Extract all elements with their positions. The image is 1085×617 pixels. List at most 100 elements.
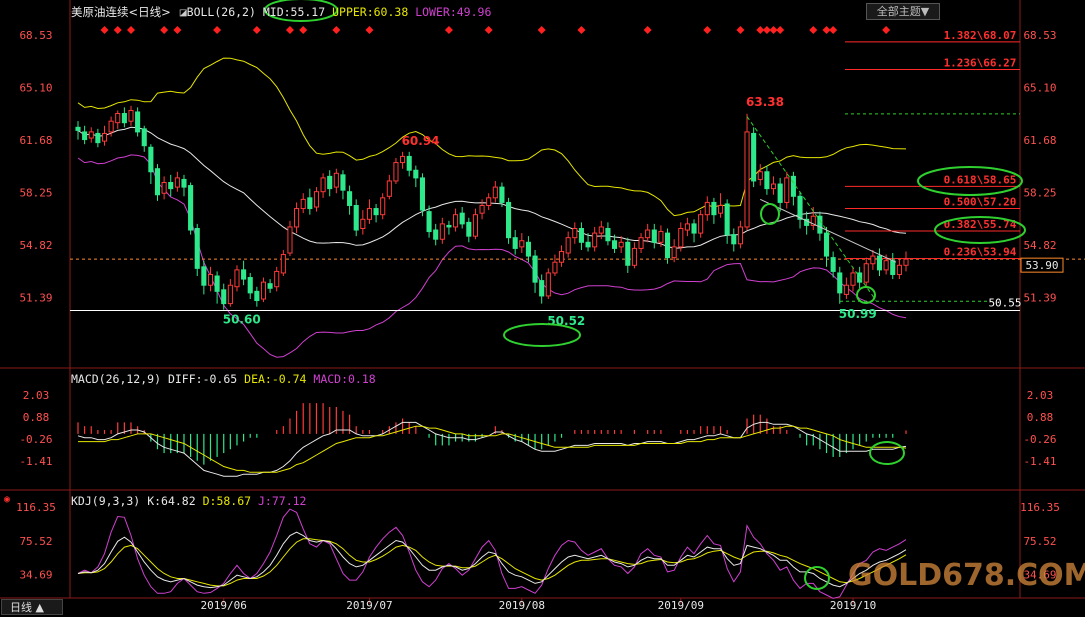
candle-body (565, 237, 571, 254)
candle-body (651, 229, 657, 243)
candle-body (770, 183, 777, 190)
candle-body (101, 132, 108, 142)
signal-diamond (365, 26, 374, 34)
candle-body (492, 186, 498, 199)
boll-lower: LOWER:49.96 (415, 5, 492, 19)
price-panel[interactable] (70, 41, 1085, 358)
signal-diamond (537, 26, 546, 34)
candle-body (141, 128, 147, 147)
candle-body (751, 132, 757, 182)
macd-dea-line (78, 425, 907, 473)
candle-body (592, 232, 598, 248)
candle-body (731, 234, 737, 245)
time-tick-label: 2019/06 (201, 599, 247, 612)
candle-body (181, 178, 187, 188)
boll-upper: UPPER:60.38 (332, 5, 409, 19)
candle-body (525, 241, 531, 257)
kdj-k: K:64.82 (147, 494, 196, 508)
theme-menu-button[interactable]: 全部主题▼ (866, 3, 940, 20)
signal-diamond (299, 26, 308, 34)
price-tick-right: 54.82 (1023, 239, 1056, 252)
candle-body (227, 284, 233, 305)
signal-diamond (703, 26, 712, 34)
period-tab[interactable]: 日线 ▲ (1, 599, 63, 615)
candle-body (274, 270, 280, 288)
candle-body (453, 214, 459, 228)
macd-tick-left: -1.41 (19, 455, 52, 468)
candle-body (446, 224, 452, 228)
candle-body (611, 240, 618, 249)
signal-diamond (332, 26, 341, 34)
candle-body (347, 191, 353, 206)
candle-body (618, 241, 624, 248)
candle-body (174, 177, 180, 188)
candle-body (671, 246, 677, 259)
time-tick-label: 2019/07 (346, 599, 392, 612)
kdj-k-line (77, 531, 907, 589)
candle-body (413, 169, 419, 179)
candle-body (724, 203, 730, 236)
fib-level-label: 1.236\66.27 (944, 57, 1017, 70)
candle-body (373, 208, 379, 216)
candle-body (433, 229, 439, 240)
kdj-d: D:58.67 (202, 494, 252, 508)
candle-body (691, 223, 697, 234)
candle-body (876, 255, 883, 271)
candle-body (466, 221, 472, 237)
price-extreme-label: 50.99 (839, 307, 877, 321)
candle-body (558, 250, 565, 263)
candle-body (82, 131, 88, 141)
candle-body (353, 204, 359, 231)
candle-body (578, 227, 584, 243)
price-tick-right: 65.10 (1023, 81, 1056, 94)
candle-body (684, 223, 690, 231)
signal-diamond (776, 26, 785, 34)
boll-icon: ◪ (179, 5, 187, 19)
watermark: GOLD678.COM (848, 558, 1085, 593)
kdj-panel[interactable] (77, 508, 907, 599)
candle-body (115, 113, 121, 124)
candle-body (870, 255, 876, 265)
candle-body (631, 247, 637, 266)
signal-diamond (829, 26, 838, 34)
boll-mid: MID:55.17 (262, 5, 326, 19)
candle-body (128, 109, 134, 122)
candle-body (585, 241, 591, 248)
signal-diamond (444, 26, 453, 34)
candle-body (545, 272, 551, 297)
macd-diff-line (77, 421, 907, 477)
candle-body (658, 231, 664, 243)
candle-body (267, 283, 273, 289)
candle-body (883, 260, 889, 271)
candle-body (539, 280, 545, 297)
macd-dea: DEA:-0.74 (244, 372, 307, 386)
candle-body (154, 168, 161, 196)
candle-body (598, 226, 604, 234)
candle-body (307, 197, 313, 210)
macd-tick-right: -0.26 (1023, 433, 1056, 446)
candle-body (234, 269, 240, 288)
macd-tick-right: 2.03 (1027, 389, 1054, 402)
kdj-tick-left: 34.69 (19, 569, 52, 582)
candle-body (287, 226, 293, 254)
candle-body (439, 223, 445, 240)
chart-canvas[interactable]: 68.53 68.53 65.10 65.10 61.68 61.68 58.25 58.25… (0, 0, 1085, 617)
candle-body (704, 201, 710, 216)
candle-body (260, 281, 267, 300)
candle-body (817, 215, 823, 234)
macd-value: MACD:0.18 (313, 372, 376, 386)
current-price-label: 53.90 (1025, 259, 1058, 272)
candle-body (241, 269, 247, 280)
candle-body (572, 227, 578, 239)
candle-body (406, 155, 412, 171)
low-highlight (503, 323, 581, 347)
candle-body (360, 218, 366, 229)
candle-body (790, 175, 796, 197)
macd-panel[interactable] (77, 403, 907, 477)
candle-body (843, 284, 849, 295)
candle-body (486, 197, 492, 206)
kdj-marker-icon: ◉ (4, 494, 11, 505)
candle-body (625, 241, 631, 266)
kdj-j: J:77.12 (258, 494, 307, 508)
candle-body (426, 211, 432, 233)
